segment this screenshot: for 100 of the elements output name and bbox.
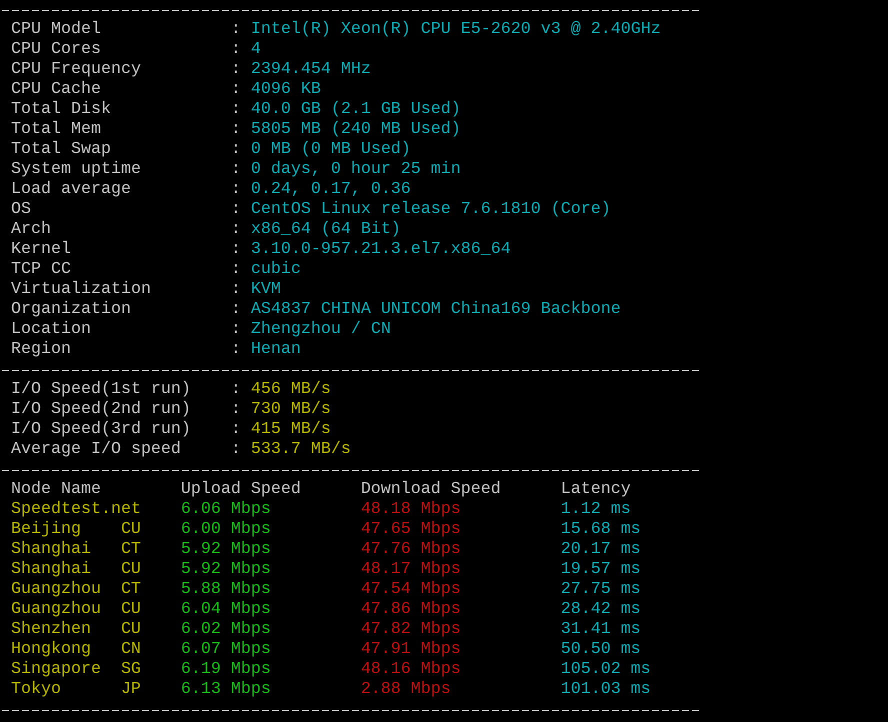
upload-speed: 6.19 Mbps	[180, 660, 272, 680]
info-label: OS	[11, 200, 32, 220]
node-name: Guangzhou	[11, 580, 102, 600]
info-label: CPU Model	[11, 20, 102, 40]
node-name: Guangzhou	[11, 600, 102, 620]
node-name: Singapore	[11, 660, 102, 680]
separator: :	[230, 440, 242, 460]
info-label: Load average	[11, 180, 132, 200]
separator: :	[230, 340, 242, 360]
download-speed: 48.17 Mbps	[360, 560, 462, 580]
latency: 105.02 ms	[560, 660, 652, 680]
download-speed: 2.88 Mbps	[360, 680, 452, 700]
download-speed: 47.54 Mbps	[360, 580, 462, 600]
latency: 31.41 ms	[560, 620, 642, 640]
info-label: TCP CC	[11, 260, 72, 280]
node-name: Hongkong	[11, 640, 92, 660]
separator: :	[230, 40, 242, 60]
info-label: Total Swap	[11, 140, 112, 160]
info-label: Arch	[11, 220, 52, 240]
isp-code: CT	[120, 580, 142, 600]
separator: :	[230, 260, 242, 280]
info-label: Total Mem	[11, 120, 102, 140]
isp-code: CN	[120, 640, 142, 660]
separator: :	[230, 200, 242, 220]
info-label: CPU Frequency	[11, 60, 142, 80]
info-label: System uptime	[11, 160, 142, 180]
download-speed: 47.65 Mbps	[360, 520, 462, 540]
separator: :	[230, 220, 242, 240]
io-label: I/O Speed(3rd run)	[11, 420, 192, 440]
isp-code: SG	[120, 660, 142, 680]
separator: :	[230, 420, 242, 440]
download-speed: 48.18 Mbps	[360, 500, 462, 520]
info-value: Zhengzhou / CN	[250, 320, 391, 340]
upload-speed: 6.06 Mbps	[180, 500, 272, 520]
info-value: 5805 MB (240 MB Used)	[250, 120, 461, 140]
info-label: CPU Cache	[11, 80, 102, 100]
isp-code: JP	[120, 680, 142, 700]
info-value: 0 days, 0 hour 25 min	[250, 160, 461, 180]
isp-code: CU	[120, 600, 142, 620]
download-speed: 48.16 Mbps	[360, 660, 462, 680]
info-label: Organization	[11, 300, 132, 320]
separator: :	[230, 160, 242, 180]
upload-speed: 6.02 Mbps	[180, 620, 272, 640]
upload-speed: 5.92 Mbps	[180, 560, 272, 580]
column-header: Latency	[560, 480, 632, 500]
download-speed: 47.82 Mbps	[360, 620, 462, 640]
upload-speed: 6.13 Mbps	[180, 680, 272, 700]
upload-speed: 5.88 Mbps	[180, 580, 272, 600]
info-value: 4096 KB	[250, 80, 321, 100]
separator: :	[230, 180, 242, 200]
info-value: 0 MB (0 MB Used)	[250, 140, 411, 160]
latency: 101.03 ms	[560, 680, 652, 700]
info-value: 40.0 GB (2.1 GB Used)	[250, 100, 461, 120]
upload-speed: 6.04 Mbps	[180, 600, 272, 620]
separator: :	[230, 60, 242, 80]
column-header: Node Name	[11, 480, 102, 500]
info-value: KVM	[250, 280, 281, 300]
info-value: AS4837 CHINA UNICOM China169 Backbone	[250, 300, 621, 320]
column-header: Upload Speed	[180, 480, 302, 500]
separator: :	[230, 80, 242, 100]
separator: :	[230, 100, 242, 120]
isp-code: CU	[120, 560, 142, 580]
node-name: Speedtest.net	[11, 500, 142, 520]
download-speed: 47.91 Mbps	[360, 640, 462, 660]
latency: 1.12 ms	[560, 500, 632, 520]
info-label: Region	[11, 340, 72, 360]
download-speed: 47.86 Mbps	[360, 600, 462, 620]
separator: :	[230, 380, 242, 400]
isp-code: CU	[120, 520, 142, 540]
node-name: Shanghai	[11, 560, 92, 580]
io-value: 456 MB/s	[250, 380, 331, 400]
info-label: Total Disk	[11, 100, 112, 120]
info-value: cubic	[250, 260, 301, 280]
info-value: 2394.454 MHz	[250, 60, 371, 80]
column-header: Download Speed	[360, 480, 502, 500]
latency: 28.42 ms	[560, 600, 642, 620]
download-speed: 47.76 Mbps	[360, 540, 462, 560]
io-value: 730 MB/s	[250, 400, 331, 420]
upload-speed: 5.92 Mbps	[180, 540, 272, 560]
latency: 19.57 ms	[560, 560, 642, 580]
separator: :	[230, 320, 242, 340]
io-label: I/O Speed(1st run)	[11, 380, 192, 400]
info-label: Virtualization	[11, 280, 152, 300]
info-value: x86_64 (64 Bit)	[250, 220, 401, 240]
io-label: Average I/O speed	[11, 440, 182, 460]
latency: 15.68 ms	[560, 520, 642, 540]
node-name: Tokyo	[11, 680, 62, 700]
info-value: 4	[250, 40, 261, 60]
io-value: 415 MB/s	[250, 420, 331, 440]
info-label: Kernel	[11, 240, 72, 260]
node-name: Shenzhen	[11, 620, 92, 640]
separator: :	[230, 140, 242, 160]
upload-speed: 6.07 Mbps	[180, 640, 272, 660]
separator: :	[230, 120, 242, 140]
info-value: CentOS Linux release 7.6.1810 (Core)	[250, 200, 611, 220]
info-label: CPU Cores	[11, 40, 102, 60]
io-value: 533.7 MB/s	[250, 440, 351, 460]
info-value: Henan	[250, 340, 301, 360]
io-label: I/O Speed(2nd run)	[11, 400, 192, 420]
node-name: Shanghai	[11, 540, 92, 560]
